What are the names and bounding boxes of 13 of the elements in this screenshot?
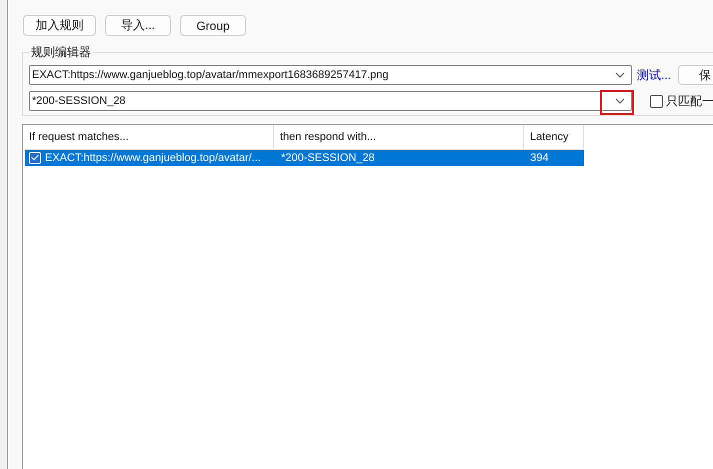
table-cell-text: *200-SESSION_28	[280, 152, 376, 164]
checkbox-label: 只匹配一	[666, 92, 713, 110]
table-cell-text: EXACT:https://www.ganjueblog.top/avatar/...	[45, 152, 262, 164]
toolbar-button[interactable]: 加入规则	[23, 15, 96, 36]
toolbar-button[interactable]: Group	[180, 15, 246, 36]
test-link[interactable]: 测试...	[637, 66, 672, 84]
group-title: 规则编辑器	[29, 44, 93, 61]
table-row[interactable]: EXACT:https://www.ganjueblog.top/avatar/... *200-SESSION_28 394	[25, 150, 584, 166]
save-button[interactable]: 保	[678, 65, 713, 85]
checkbox[interactable]	[650, 94, 663, 108]
toolbar-button[interactable]: 导入...	[105, 15, 171, 36]
table-cell-text: 394	[529, 152, 550, 164]
match-field[interactable]: EXACT:https://www.ganjueblog.top/avatar/mmexport1683689257417.png	[29, 65, 632, 85]
